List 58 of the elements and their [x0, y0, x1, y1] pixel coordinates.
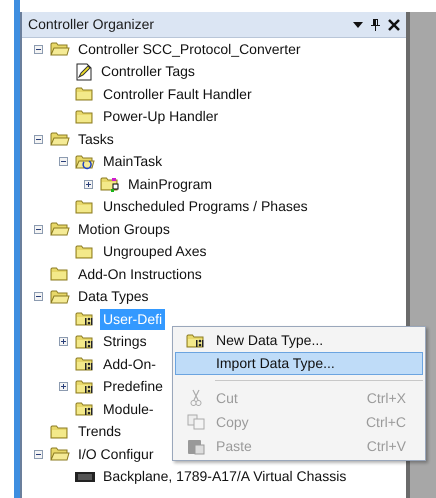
tree-item[interactable]: Predefine: [100, 376, 166, 398]
open-folder-icon: [50, 131, 70, 148]
tree-item[interactable]: Trends: [75, 421, 124, 442]
tree-item[interactable]: Ungrouped Axes: [100, 241, 210, 262]
tree-item[interactable]: Controller Fault Handler: [100, 84, 255, 105]
folder-icon: [50, 424, 70, 440]
expand-toggle[interactable]: [59, 337, 68, 346]
tree-item[interactable]: Power-Up Handler: [100, 106, 222, 128]
scissors-icon: [190, 389, 202, 407]
copy-icon: [187, 414, 205, 430]
chassis-icon: [75, 470, 95, 483]
tree-item[interactable]: Backplane, 1789-A17/A Virtual Chassis: [100, 466, 350, 488]
open-folder-icon: [50, 288, 70, 305]
folder-icon: [50, 266, 70, 282]
tree-item[interactable]: Tasks: [75, 128, 117, 150]
panel-title: Controller Organizer: [28, 15, 154, 34]
menu-item[interactable]: Import Data Type...: [175, 352, 423, 375]
clipboard-icon: [187, 437, 205, 455]
collapse-toggle[interactable]: [59, 157, 68, 166]
folder-icon: [75, 108, 95, 125]
tree-item[interactable]: Module-: [100, 398, 157, 420]
tree-item[interactable]: Strings: [100, 331, 150, 352]
open-folder-icon: [50, 221, 70, 238]
data-type-folder-icon: [75, 334, 95, 350]
collapse-toggle[interactable]: [34, 292, 43, 302]
collapse-toggle[interactable]: [34, 134, 43, 144]
tree-item[interactable]: Data Types: [75, 286, 152, 308]
tree-item[interactable]: Unscheduled Programs / Phases: [100, 196, 311, 218]
task-folder-icon: [75, 154, 95, 170]
data-type-folder-icon: [75, 401, 95, 418]
tree-item[interactable]: Add-On Instructions: [75, 264, 205, 285]
collapse-toggle[interactable]: [34, 44, 43, 54]
data-type-folder-icon: [75, 311, 95, 328]
data-type-folder-icon: [186, 332, 206, 348]
pin-icon[interactable]: [371, 18, 380, 31]
expand-toggle[interactable]: [59, 382, 68, 392]
folder-icon: [75, 86, 95, 102]
open-folder-icon: [50, 41, 70, 58]
collapse-toggle[interactable]: [34, 450, 43, 459]
tag-sheet-pencil-icon: [75, 62, 93, 81]
tree-item[interactable]: Add-On-: [100, 354, 159, 375]
menu-item[interactable]: New Data Type...: [175, 329, 423, 352]
tree-item[interactable]: MainProgram: [125, 174, 216, 195]
dropdown-icon[interactable]: [353, 22, 363, 28]
close-icon[interactable]: [388, 18, 400, 30]
tree-item[interactable]: Controller SCC_Protocol_Converter: [75, 38, 304, 60]
data-type-folder-icon: [75, 356, 95, 372]
program-folder-icon: [100, 176, 120, 192]
tree-item[interactable]: I/O Configur: [75, 444, 156, 465]
data-type-folder-icon: [75, 378, 95, 395]
open-folder-icon: [50, 446, 70, 462]
expand-toggle[interactable]: [84, 180, 93, 189]
collapse-toggle[interactable]: [34, 224, 43, 234]
folder-icon: [75, 244, 95, 260]
tree-item[interactable]: Motion Groups: [75, 218, 173, 240]
folder-icon: [75, 198, 95, 215]
tree-item[interactable]: Controller Tags: [98, 61, 198, 82]
tree-item[interactable]: MainTask: [100, 151, 166, 172]
